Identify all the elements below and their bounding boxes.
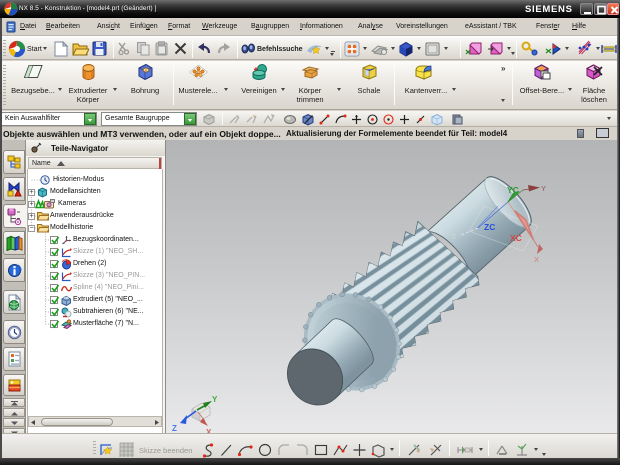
svg-text:Y: Y	[212, 395, 218, 404]
svg-text:ZC: ZC	[484, 222, 495, 232]
svg-text:Y: Y	[541, 184, 546, 193]
svg-text:XC: XC	[510, 233, 522, 243]
svg-text:X: X	[534, 255, 539, 264]
svg-text:Z: Z	[452, 234, 457, 241]
svg-text:YC: YC	[507, 185, 519, 195]
svg-text:Z: Z	[172, 424, 177, 433]
